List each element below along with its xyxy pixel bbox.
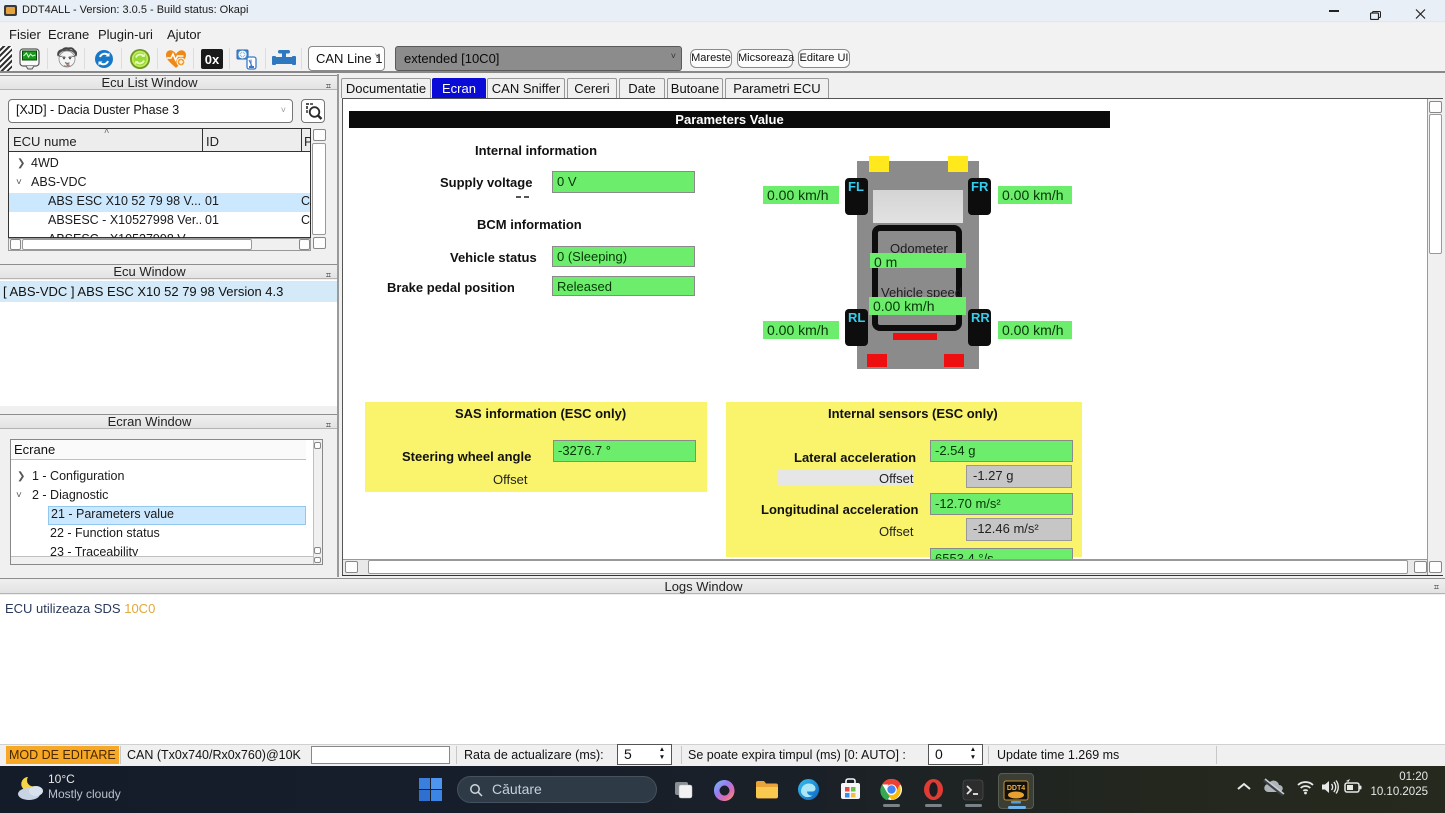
svg-text:DDT4: DDT4 [1007, 785, 1025, 792]
svg-text:0x: 0x [205, 52, 220, 67]
